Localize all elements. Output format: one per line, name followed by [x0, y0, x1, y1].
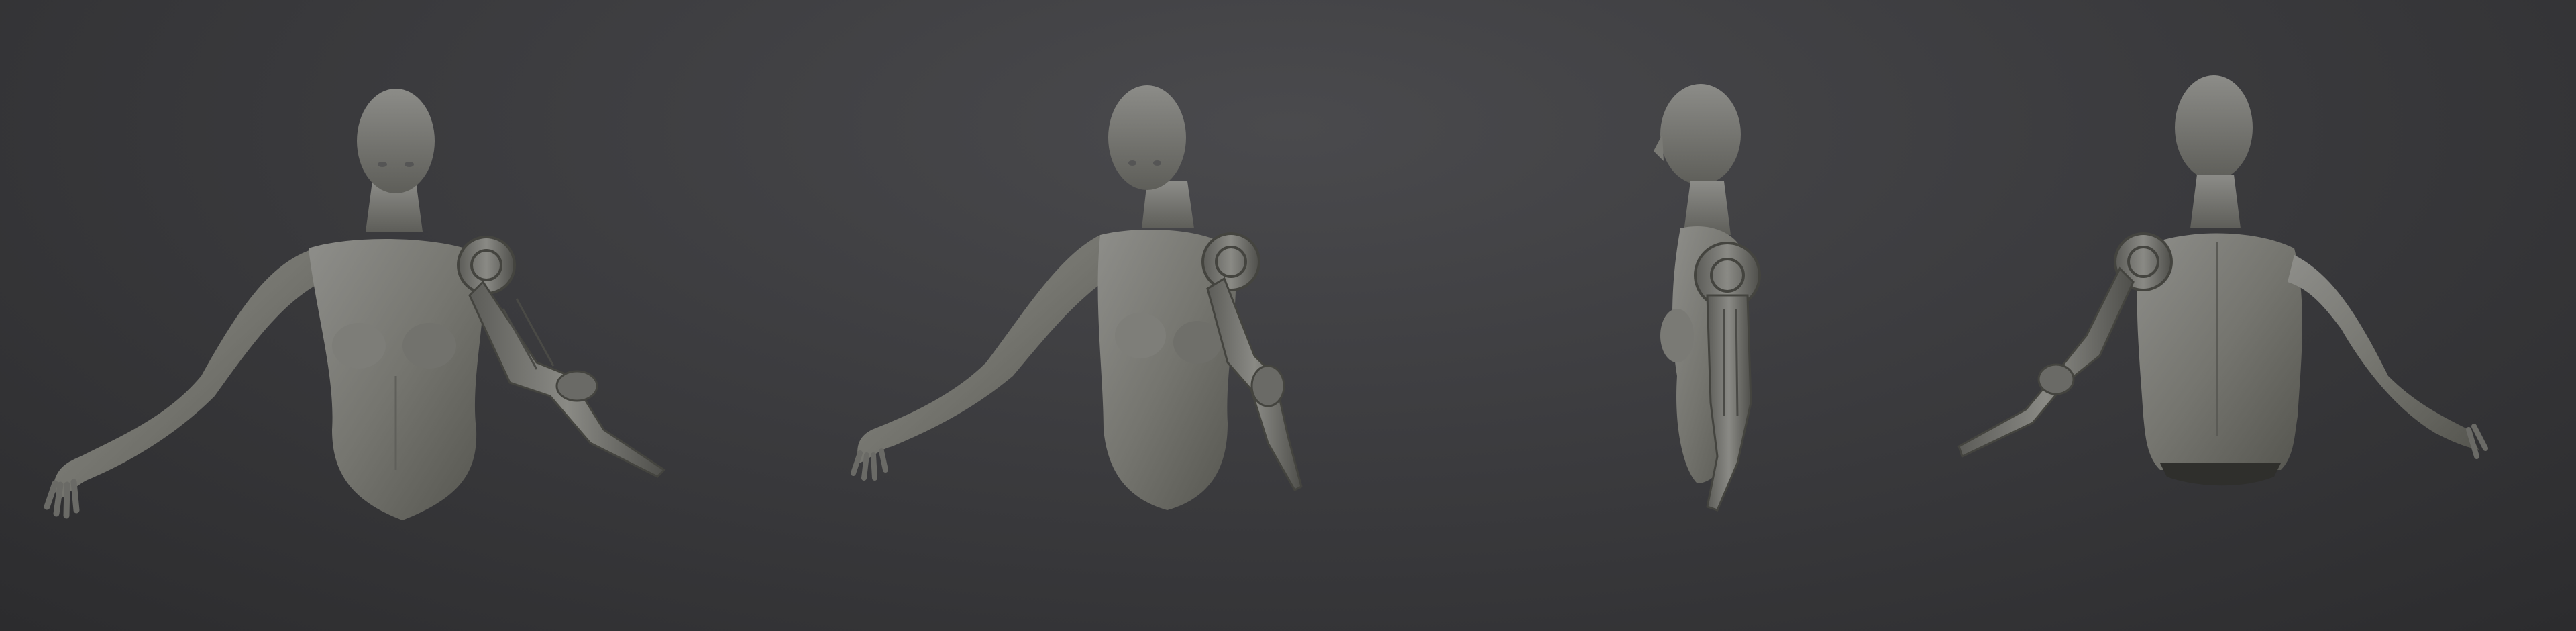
figure-front-view — [0, 0, 711, 631]
render-viewport — [0, 0, 2576, 631]
figure-side-view — [1563, 0, 1845, 631]
figure-three-quarter-view — [832, 0, 1409, 631]
figure-back-view — [1932, 0, 2576, 631]
